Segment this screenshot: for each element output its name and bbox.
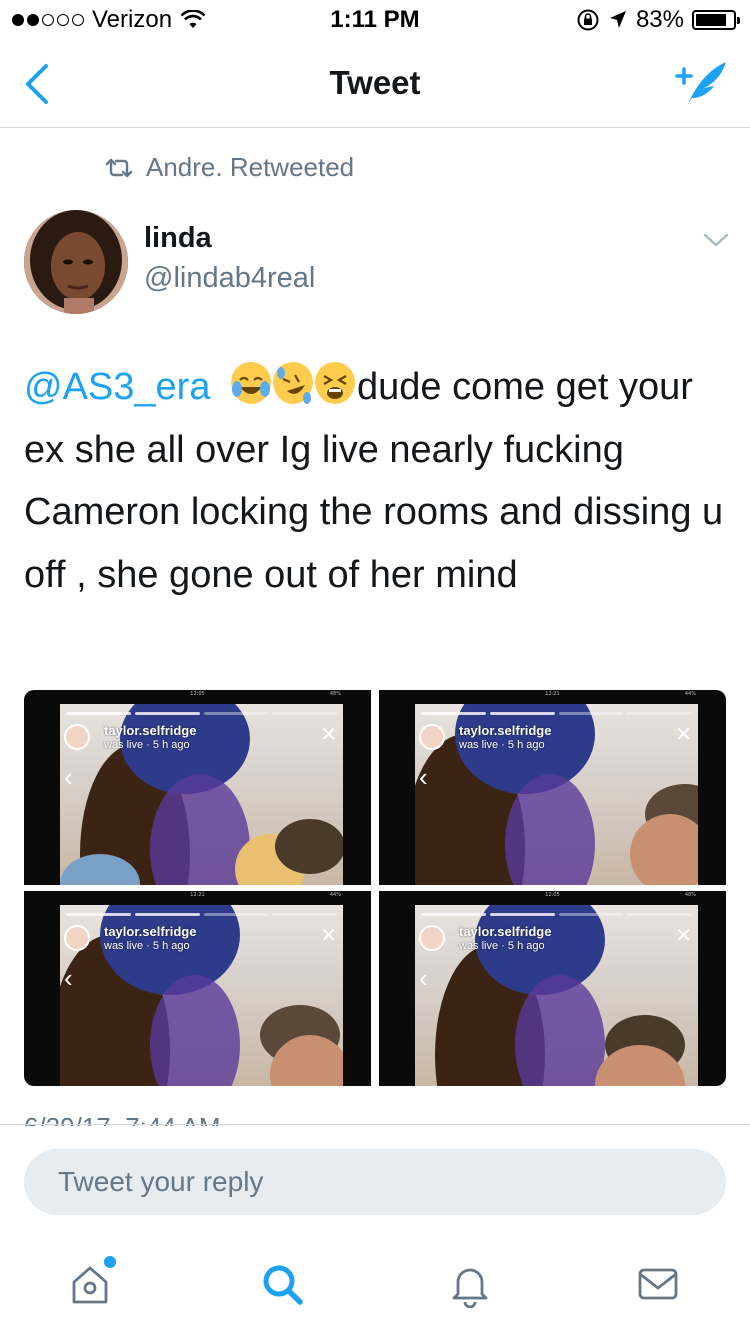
live-video-frame	[60, 905, 343, 1086]
rofl-emoji-icon	[273, 362, 314, 404]
close-icon: ✕	[320, 925, 337, 947]
battery-icon	[692, 10, 740, 30]
tile-status-bar: 12:05 48%	[190, 691, 341, 697]
navigation-bar: Tweet	[0, 40, 750, 128]
tile-status-bar: 12:21 44%	[190, 892, 341, 898]
tile-username: taylor.selfridge	[459, 924, 552, 939]
location-arrow-icon	[609, 11, 626, 28]
search-icon[interactable]	[258, 1260, 306, 1308]
chevron-down-icon[interactable]	[702, 230, 730, 250]
close-icon: ✕	[675, 925, 692, 947]
media-tile[interactable]: 12:05 48% taylor.selfridge was live · 5 h…	[24, 690, 371, 885]
reply-bar	[0, 1124, 750, 1234]
tweet-text: @AS3_era dude come get your ex she all o…	[24, 356, 724, 606]
mention-link[interactable]: @AS3_era	[24, 366, 210, 408]
tired-face-emoji-icon	[315, 362, 356, 404]
home-badge-dot	[104, 1256, 116, 1268]
tile-subtitle: was live · 5 h ago	[459, 940, 545, 952]
tile-avatar	[64, 724, 90, 750]
joy-emoji-icon	[231, 362, 272, 404]
tile-avatar	[419, 925, 445, 951]
live-video-frame	[415, 905, 698, 1086]
status-bar: Verizon 1:11 PM 83%	[0, 0, 750, 40]
chevron-left-icon: ‹	[64, 762, 73, 792]
media-grid: 12:05 48% taylor.selfridge was live · 5 h…	[24, 690, 726, 1086]
tab-bar	[0, 1234, 750, 1334]
tile-status-bar: 12:21 44%	[545, 691, 696, 697]
compose-tweet-icon[interactable]	[672, 56, 728, 108]
media-tile[interactable]: 12:21 44% taylor.selfridge was live · 5 h…	[24, 891, 371, 1086]
notifications-icon[interactable]	[446, 1260, 494, 1308]
chevron-left-icon: ‹	[64, 963, 73, 993]
page-title: Tweet	[329, 64, 421, 101]
tile-avatar	[64, 925, 90, 951]
messages-icon[interactable]	[634, 1260, 682, 1308]
close-icon: ✕	[675, 724, 692, 746]
tile-username: taylor.selfridge	[104, 924, 197, 939]
status-right-group: 83%	[576, 6, 740, 34]
avatar-photo	[24, 210, 128, 314]
tile-username: taylor.selfridge	[104, 723, 197, 738]
tile-subtitle: was live · 5 h ago	[104, 940, 190, 952]
chevron-left-icon: ‹	[419, 963, 428, 993]
tile-username: taylor.selfridge	[459, 723, 552, 738]
author-avatar[interactable]	[24, 210, 128, 314]
media-tile[interactable]: 12:05 48% taylor.selfridge was live · 5 h…	[379, 891, 726, 1086]
media-tile[interactable]: 12:21 44% taylor.selfridge was live · 5 h…	[379, 690, 726, 885]
reply-input[interactable]	[24, 1149, 726, 1215]
chevron-left-icon: ‹	[419, 762, 428, 792]
retweet-icon	[105, 158, 133, 177]
live-video-frame	[60, 704, 343, 885]
retweet-label: Andre. Retweeted	[146, 152, 355, 182]
author-handle[interactable]: @lindab4real	[144, 262, 315, 295]
live-video-frame	[415, 704, 698, 885]
tile-subtitle: was live · 5 h ago	[104, 739, 190, 751]
tile-avatar	[419, 724, 445, 750]
battery-percent: 83%	[635, 6, 684, 33]
retweet-context[interactable]: Andre. Retweeted	[104, 152, 354, 183]
tile-subtitle: was live · 5 h ago	[459, 739, 545, 751]
author-name[interactable]: linda	[144, 222, 212, 255]
orientation-lock-icon	[577, 9, 599, 31]
tile-status-bar: 12:05 48%	[545, 892, 696, 898]
close-icon: ✕	[320, 724, 337, 746]
